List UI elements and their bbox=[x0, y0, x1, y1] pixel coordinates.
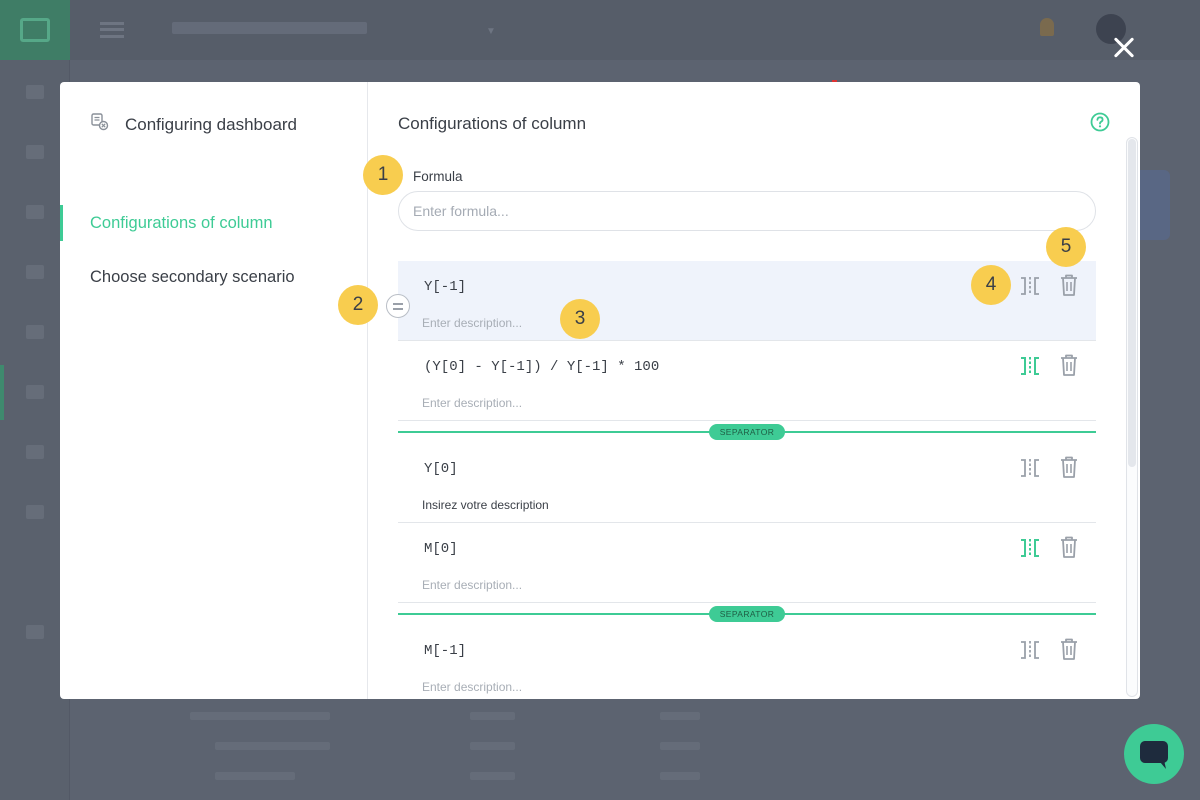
row-description[interactable]: Enter description... bbox=[422, 680, 522, 694]
trash-icon[interactable] bbox=[1058, 353, 1080, 377]
row-description[interactable]: Enter description... bbox=[422, 578, 522, 592]
separator: SEPARATOR bbox=[398, 422, 1096, 442]
column-row[interactable]: (Y[0] - Y[-1]) / Y[-1] * 100 Enter descr… bbox=[398, 341, 1096, 421]
configuration-panel: Configurations of column Formula Y[-1] E… bbox=[368, 82, 1140, 699]
separator-icon[interactable] bbox=[1018, 457, 1042, 479]
row-formula[interactable]: Y[-1] bbox=[424, 279, 466, 295]
row-description[interactable]: Insirez votre description bbox=[422, 498, 549, 512]
panel-title: Configurations of column bbox=[398, 114, 587, 133]
trash-icon[interactable] bbox=[1058, 535, 1080, 559]
row-description[interactable]: Enter description... bbox=[422, 316, 522, 330]
separator-icon[interactable] bbox=[1018, 639, 1042, 661]
separator-label: SEPARATOR bbox=[709, 606, 785, 622]
scrollbar-thumb[interactable] bbox=[1128, 139, 1136, 467]
step-marker-3: 3 bbox=[560, 299, 600, 339]
background-table-row bbox=[215, 772, 295, 780]
row-formula[interactable]: M[0] bbox=[424, 541, 458, 557]
formula-input[interactable] bbox=[398, 191, 1096, 231]
column-row[interactable]: Y[0] Insirez votre description bbox=[398, 443, 1096, 523]
trash-icon[interactable] bbox=[1058, 455, 1080, 479]
scrollbar[interactable] bbox=[1126, 137, 1138, 697]
formula-label: Formula bbox=[413, 169, 463, 184]
background-logo bbox=[0, 0, 70, 60]
background-table-cell bbox=[470, 742, 515, 750]
step-marker-1: 1 bbox=[363, 155, 403, 195]
modal-sidebar: Configuring dashboard Configurations of … bbox=[60, 82, 368, 699]
configuration-modal: Configuring dashboard Configurations of … bbox=[60, 82, 1140, 699]
nav-choose-secondary-scenario[interactable]: Choose secondary scenario bbox=[60, 259, 367, 295]
trash-icon[interactable] bbox=[1058, 637, 1080, 661]
separator: SEPARATOR bbox=[398, 604, 1096, 624]
help-icon[interactable] bbox=[1090, 112, 1110, 132]
background-table-row bbox=[190, 712, 330, 720]
column-row[interactable]: M[0] Enter description... bbox=[398, 523, 1096, 603]
separator-label: SEPARATOR bbox=[709, 424, 785, 440]
step-marker-5: 5 bbox=[1046, 227, 1086, 267]
menu-icon bbox=[100, 22, 124, 38]
dashboard-config-icon bbox=[91, 113, 109, 131]
background-table-row bbox=[215, 742, 330, 750]
background-table-cell bbox=[470, 712, 515, 720]
background-page-title bbox=[172, 22, 367, 34]
background-table-cell bbox=[470, 772, 515, 780]
drag-handle-icon[interactable] bbox=[386, 294, 410, 318]
background-table-cell bbox=[660, 742, 700, 750]
row-formula[interactable]: (Y[0] - Y[-1]) / Y[-1] * 100 bbox=[424, 359, 659, 375]
chevron-down-icon: ▼ bbox=[486, 26, 496, 37]
nav-configurations-of-column[interactable]: Configurations of column bbox=[60, 205, 367, 241]
background-table-cell bbox=[660, 712, 700, 720]
column-row[interactable]: M[-1] Enter description... bbox=[398, 625, 1096, 699]
row-formula[interactable]: M[-1] bbox=[424, 643, 466, 659]
chat-icon bbox=[1140, 741, 1168, 769]
row-description[interactable]: Enter description... bbox=[422, 396, 522, 410]
step-marker-2: 2 bbox=[338, 285, 378, 325]
close-icon[interactable] bbox=[1110, 34, 1138, 62]
trash-icon[interactable] bbox=[1058, 273, 1080, 297]
row-formula[interactable]: Y[0] bbox=[424, 461, 458, 477]
background-table-cell bbox=[660, 772, 700, 780]
bell-icon bbox=[1040, 18, 1054, 36]
step-marker-4: 4 bbox=[971, 265, 1011, 305]
modal-title: Configuring dashboard bbox=[125, 115, 298, 134]
separator-icon[interactable] bbox=[1018, 355, 1042, 377]
separator-icon[interactable] bbox=[1018, 537, 1042, 559]
separator-icon[interactable] bbox=[1018, 275, 1042, 297]
chat-button[interactable] bbox=[1124, 724, 1184, 784]
